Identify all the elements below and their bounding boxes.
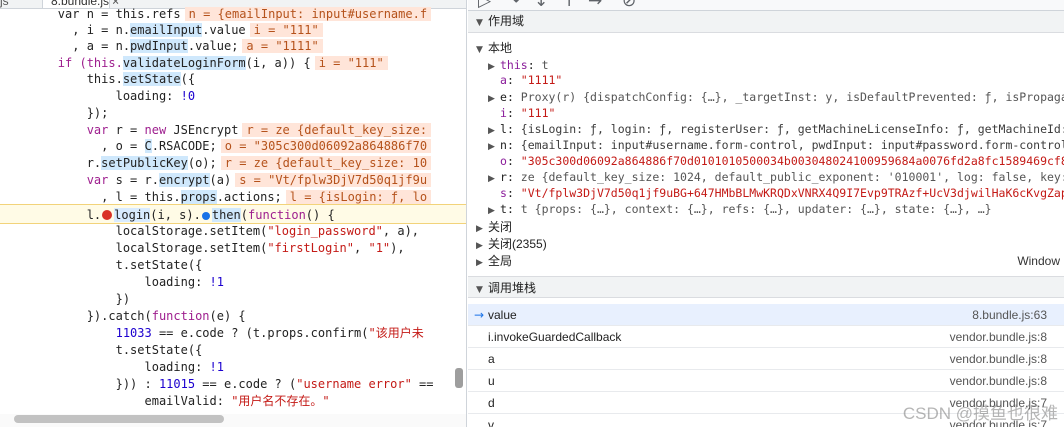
- callstack-frame[interactable]: i.invokeGuardedCallback vendor.bundle.js:…: [468, 326, 1064, 348]
- callstack-frame[interactable]: d vendor.bundle.js:7: [468, 392, 1064, 414]
- scope-local-header[interactable]: ▼ 本地: [468, 40, 1064, 57]
- horizontal-scrollbar[interactable]: [0, 414, 466, 427]
- scope-section-header[interactable]: ▼ 作用域: [468, 11, 1064, 33]
- step-over-icon[interactable]: ↷: [506, 0, 520, 10]
- expand-triangle-icon: ▶: [488, 94, 495, 104]
- current-frame-arrow-icon: →: [474, 308, 485, 322]
- step-icon[interactable]: →: [588, 0, 602, 10]
- inline-value: l = {isLogin: ƒ, lo: [285, 190, 432, 204]
- code-line[interactable]: emailValid: "用户名不存在。": [0, 391, 466, 411]
- breakpoint-icon[interactable]: [201, 212, 210, 220]
- resume-icon[interactable]: ▷: [478, 0, 491, 10]
- horizontal-scrollbar-thumb[interactable]: [14, 415, 224, 423]
- debugger-toolbar: ▷ ↷ ↓ ↑ → ⊘: [468, 0, 1064, 11]
- vertical-scrollbar-thumb[interactable]: [455, 368, 463, 388]
- scope-variable-row[interactable]: ▶ t: t {props: {…}, context: {…}, refs: {…: [468, 201, 1064, 218]
- scope-variable-row[interactable]: ▶ n: {emailInput: input#username.form-con…: [468, 137, 1064, 154]
- deactivate-breakpoints-icon[interactable]: ⊘: [622, 0, 636, 10]
- step-out-icon[interactable]: ↑: [562, 0, 576, 10]
- callstack-frame[interactable]: u vendor.bundle.js:8: [468, 370, 1064, 392]
- scope-variable-row[interactable]: i: "111": [468, 105, 1064, 122]
- expand-triangle-icon: ▶: [476, 258, 483, 268]
- breakpoint-icon[interactable]: [102, 210, 113, 220]
- scope-closure-header[interactable]: ▶ 关闭(2355): [468, 236, 1064, 253]
- scope-variable-row[interactable]: ▶ e: Proxy(r) {dispatchConfig: {…}, _targ…: [468, 89, 1064, 106]
- scope-closure-header[interactable]: ▶ 关闭: [468, 219, 1064, 236]
- scope-variable-row[interactable]: o: "305c300d06092a864886f70d010101050003…: [468, 153, 1064, 170]
- callstack-frame[interactable]: a vendor.bundle.js:8: [468, 348, 1064, 370]
- scope-variable-row[interactable]: s: "Vt/fplw3DjV7d50q1jf9uBG+647HMbBLMwKR…: [468, 185, 1064, 202]
- inline-value: s = "Vt/fplw3DjV7d50q1jf9u: [235, 173, 432, 187]
- expand-triangle-icon: ▶: [488, 126, 495, 136]
- collapse-triangle-icon: ▼: [476, 18, 483, 28]
- inline-value: r = ze {default_key_size: 10: [220, 156, 432, 170]
- collapse-triangle-icon: ▼: [476, 285, 483, 295]
- inline-value: r = ze {default_key_size:: [242, 123, 432, 137]
- inline-value: a = "1111": [242, 39, 323, 53]
- expand-triangle-icon: ▶: [488, 206, 495, 216]
- step-into-icon[interactable]: ↓: [534, 0, 548, 10]
- scope-global-header[interactable]: ▶ 全局 Window: [468, 253, 1064, 270]
- inline-value: i = "111": [249, 23, 323, 37]
- inline-value: i = "111": [314, 56, 388, 70]
- debugger-sidebar: ▷ ↷ ↓ ↑ → ⊘ ▼ 作用域 ▼ 本地 ▶ this: t a: "1111" …: [468, 0, 1064, 427]
- scope-variable-row[interactable]: ▶ l: {isLogin: ƒ, login: ƒ, registerUser:…: [468, 121, 1064, 138]
- inline-value: n = {emailInput: input#username.f: [184, 7, 432, 21]
- callstack-frame[interactable]: → value 8.bundle.js:63: [468, 304, 1064, 326]
- scope-variable-row[interactable]: a: "1111": [468, 72, 1064, 89]
- callstack-frame[interactable]: v vendor.bundle.js:7: [468, 414, 1064, 427]
- callstack-section-header[interactable]: ▼ 调用堆栈: [468, 276, 1064, 298]
- inline-value: o = "305c300d06092a864886f70: [220, 139, 432, 153]
- scope-variable-row[interactable]: ▶ r: ze {default_key_size: 1024, default_…: [468, 169, 1064, 186]
- source-pane: js 8.bundle.js × var n = this.refs n = {e…: [0, 0, 467, 427]
- expand-triangle-icon: ▶: [488, 142, 495, 152]
- expand-triangle-icon: ▶: [488, 174, 495, 184]
